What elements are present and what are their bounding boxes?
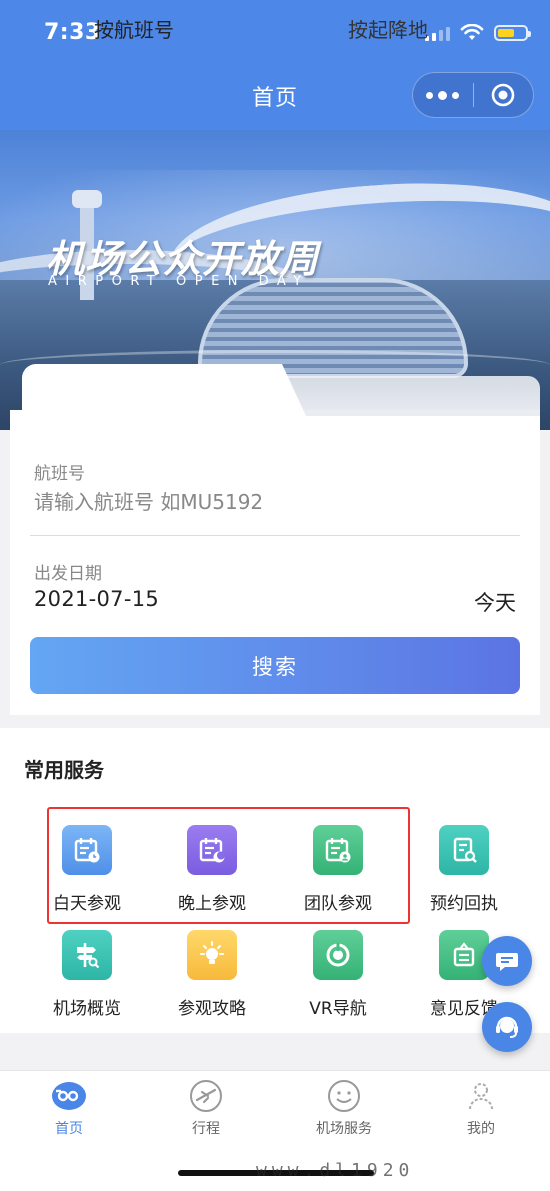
field-divider bbox=[30, 535, 520, 536]
service-day-visit[interactable]: 白天参观 bbox=[27, 825, 147, 914]
calendar-day-icon bbox=[62, 825, 112, 875]
tab-by-route[interactable] bbox=[280, 376, 540, 416]
services-title: 常用服务 bbox=[24, 758, 104, 782]
service-label: 团队参观 bbox=[304, 894, 372, 914]
service-label: VR导航 bbox=[309, 999, 367, 1019]
service-label: 机场概览 bbox=[53, 999, 121, 1019]
service-label: 白天参观 bbox=[53, 894, 121, 914]
watermark-text: www.dl1920 bbox=[256, 1160, 415, 1181]
tab-by-flight-number-label[interactable]: 按航班号 bbox=[94, 14, 174, 43]
plane-icon bbox=[188, 1078, 224, 1114]
search-button[interactable]: 搜索 bbox=[30, 637, 520, 694]
calendar-night-icon bbox=[187, 825, 237, 875]
service-vr-navigation[interactable]: VR导航 bbox=[278, 930, 398, 1019]
cellular-signal-icon bbox=[425, 25, 450, 41]
tabbar-item-trips[interactable]: 行程 bbox=[151, 1078, 261, 1138]
status-time: 7:33 bbox=[44, 20, 101, 45]
close-target-button[interactable] bbox=[474, 82, 534, 108]
service-group-visit[interactable]: 团队参观 bbox=[278, 825, 398, 914]
target-circle-icon bbox=[491, 83, 515, 107]
miniprogram-capsule bbox=[412, 72, 534, 118]
service-label: 参观攻略 bbox=[178, 999, 246, 1019]
service-airport-overview[interactable]: 机场概览 bbox=[27, 930, 147, 1019]
headset-icon bbox=[496, 1016, 518, 1038]
top-header: 7:33 首页 bbox=[0, 0, 550, 130]
service-night-visit[interactable]: 晚上参观 bbox=[152, 825, 272, 914]
lightbulb-icon bbox=[187, 930, 237, 980]
battery-icon bbox=[494, 25, 531, 41]
search-tabs bbox=[10, 364, 540, 416]
smile-icon bbox=[326, 1078, 362, 1114]
service-visit-guide[interactable]: 参观攻略 bbox=[152, 930, 272, 1019]
flight-number-input[interactable] bbox=[34, 486, 514, 518]
departure-date-value[interactable]: 2021-07-15 bbox=[34, 587, 159, 611]
receipt-search-icon bbox=[439, 825, 489, 875]
service-label: 预约回执 bbox=[430, 894, 498, 914]
banner-subtitle: AIRPORT OPEN DAY bbox=[48, 274, 310, 289]
service-label: 晚上参观 bbox=[178, 894, 246, 914]
status-icons bbox=[425, 22, 531, 44]
more-menu-button[interactable] bbox=[413, 90, 473, 100]
wifi-icon bbox=[460, 24, 484, 40]
tabbar-label: 行程 bbox=[192, 1121, 220, 1137]
user-icon bbox=[463, 1078, 499, 1114]
tabbar-label: 我的 bbox=[467, 1121, 495, 1137]
tabbar-label: 机场服务 bbox=[316, 1121, 372, 1137]
chat-float-button[interactable] bbox=[482, 936, 532, 986]
tabbar-item-airport-services[interactable]: 机场服务 bbox=[289, 1078, 399, 1138]
customer-service-float-button[interactable] bbox=[482, 1002, 532, 1052]
chat-bubble-icon bbox=[496, 953, 518, 971]
date-today-label[interactable]: 今天 bbox=[474, 587, 516, 617]
vr-compass-icon bbox=[313, 930, 363, 980]
flight-number-label: 航班号 bbox=[34, 464, 85, 484]
home-logo-icon bbox=[51, 1078, 87, 1114]
signpost-icon bbox=[62, 930, 112, 980]
calendar-group-icon bbox=[313, 825, 363, 875]
active-tab-indicator bbox=[126, 46, 174, 50]
tab-by-route-label[interactable]: 按起降地 bbox=[348, 14, 428, 43]
tabbar-item-mine[interactable]: 我的 bbox=[426, 1078, 536, 1138]
departure-date-label: 出发日期 bbox=[34, 564, 102, 584]
tabbar-label: 首页 bbox=[55, 1121, 83, 1137]
service-booking-receipt[interactable]: 预约回执 bbox=[404, 825, 524, 914]
feedback-icon bbox=[439, 930, 489, 980]
tabbar-item-home[interactable]: 首页 bbox=[14, 1078, 124, 1138]
tab-by-flight-number[interactable] bbox=[22, 364, 306, 416]
